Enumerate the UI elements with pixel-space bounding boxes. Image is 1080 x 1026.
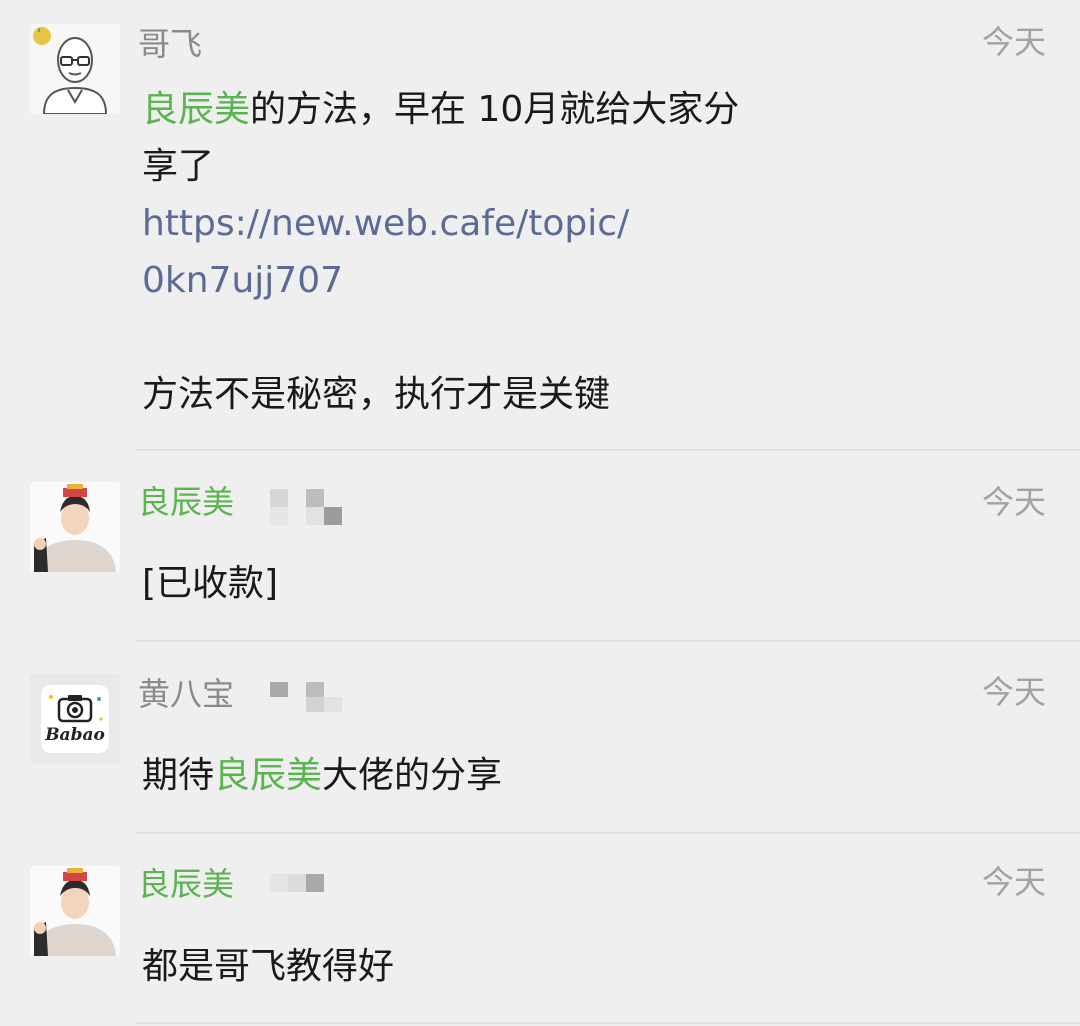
comment-item: Babao 黄八宝 今天 期待良辰美大佬的分享	[0, 642, 1080, 834]
comment-nickname[interactable]: 黄八宝	[138, 674, 234, 714]
comment-time: 今天	[981, 23, 1046, 61]
comment-time: 今天	[981, 673, 1046, 711]
avatar[interactable]	[30, 482, 120, 572]
avatar-card: Babao	[41, 685, 109, 753]
comment-text-segment: 的方法，早在 10月就给大家分	[250, 89, 740, 130]
man-with-crown-icon	[30, 866, 120, 956]
url-link[interactable]: https://new.web.cafe/topic/	[142, 195, 822, 252]
camera-icon	[49, 695, 103, 723]
comment-text: 良辰美的方法，早在 10月就给大家分 享了 https://new.web.ca…	[142, 81, 822, 423]
url-link[interactable]: 0kn7ujj707	[142, 252, 822, 309]
avatar-label: Babao	[45, 725, 105, 745]
avatar[interactable]: Babao	[30, 674, 120, 764]
comment-text-segment: 期待	[142, 755, 215, 796]
comment-item: 良辰美 今天 [已收款]	[0, 452, 1080, 642]
comment-nickname[interactable]: 良辰美	[138, 482, 234, 522]
redacted-badge	[270, 489, 342, 525]
comment-text-segment: 大佬的分享	[322, 755, 503, 796]
divider	[136, 1022, 1080, 1024]
comment-item: 哥飞 今天 良辰美的方法，早在 10月就给大家分 享了 https://new.…	[0, 0, 1080, 452]
man-with-crown-icon	[30, 482, 120, 572]
comment-item: 良辰美 今天 都是哥飞教得好	[0, 834, 1080, 1026]
divider	[136, 449, 1080, 451]
comment-text: 期待良辰美大佬的分享	[142, 747, 822, 804]
comment-nickname[interactable]: 哥飞	[138, 24, 202, 64]
comment-line: 享了	[142, 146, 215, 187]
mention-link[interactable]: 良辰美	[214, 755, 322, 796]
comment-text: 都是哥飞教得好	[142, 946, 395, 987]
avatar[interactable]	[30, 24, 120, 114]
comment-time: 今天	[981, 863, 1046, 901]
comment-line: 良辰美的方法，早在 10月就给大家分	[142, 81, 822, 138]
comment-nickname[interactable]: 良辰美	[138, 864, 234, 904]
redacted-badge	[270, 682, 342, 712]
mention-link[interactable]: 良辰美	[142, 89, 250, 130]
comment-line: 方法不是秘密，执行才是关键	[142, 374, 611, 415]
avatar[interactable]	[30, 866, 120, 956]
comment-time: 今天	[981, 483, 1046, 521]
bald-man-with-glasses-icon	[30, 24, 120, 114]
comment-text: [已收款]	[142, 563, 279, 604]
redacted-badge	[270, 874, 324, 892]
